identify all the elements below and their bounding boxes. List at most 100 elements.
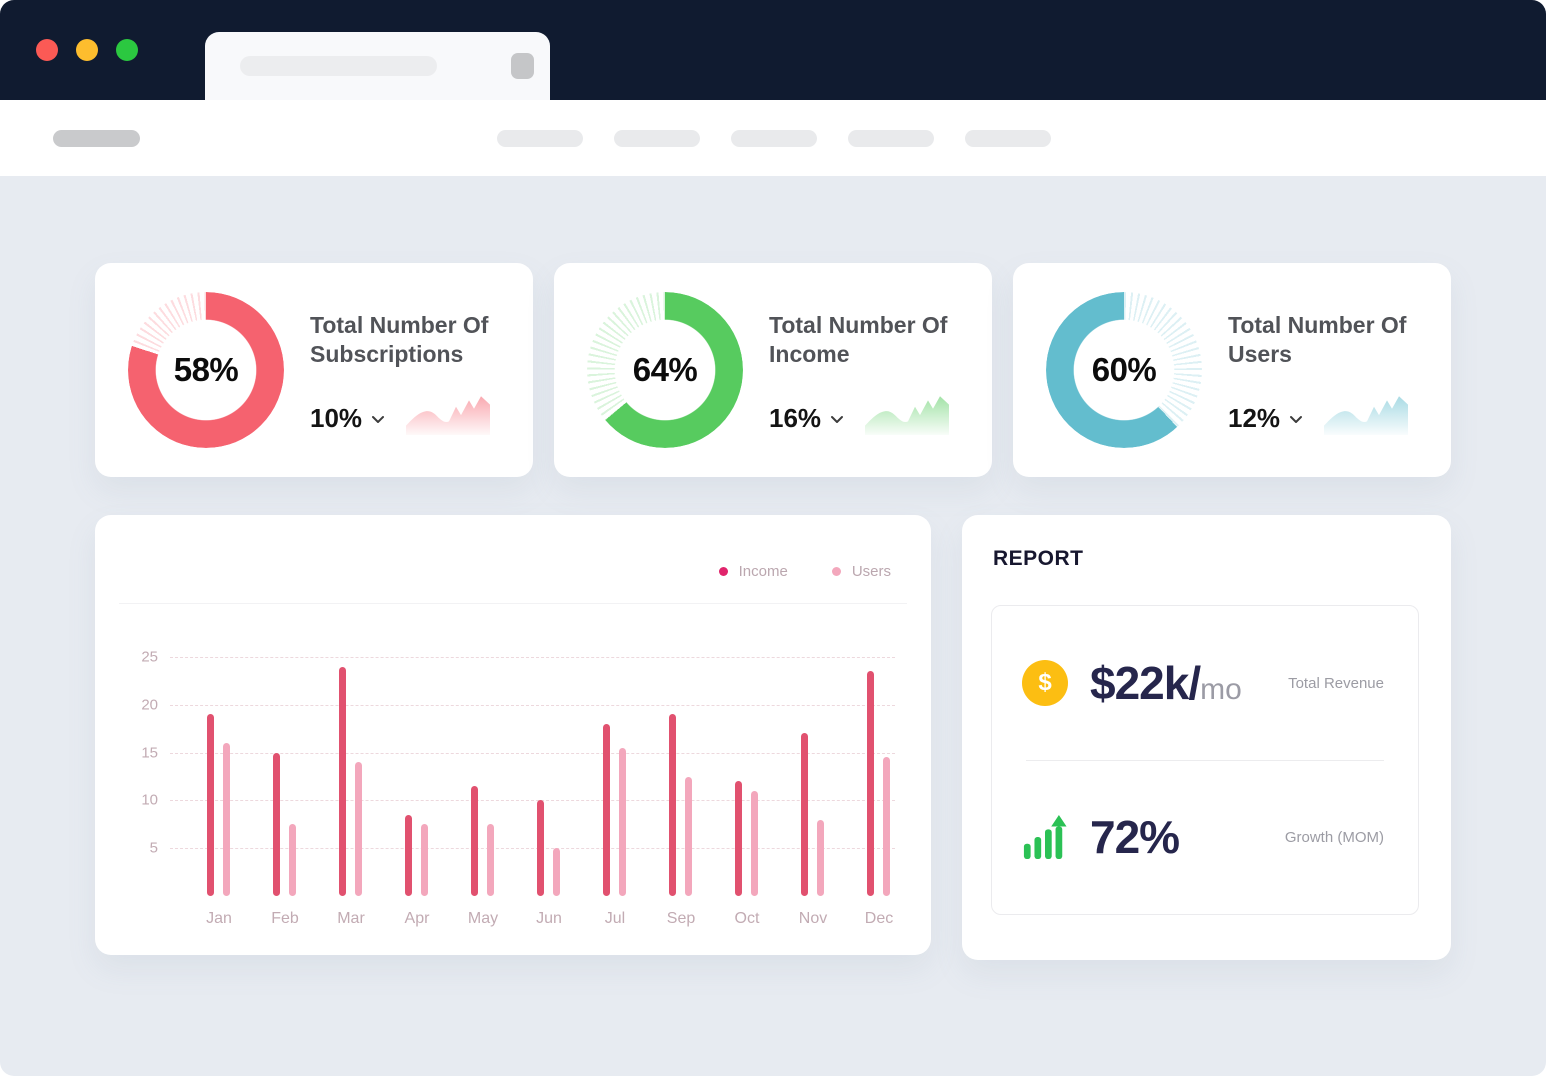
close-window-icon[interactable] bbox=[36, 39, 58, 61]
window-controls bbox=[36, 39, 138, 61]
delta-dropdown[interactable]: 12% bbox=[1228, 403, 1303, 434]
subscriptions-percent: 58% bbox=[173, 351, 239, 388]
legend-users[interactable]: Users bbox=[831, 563, 891, 580]
back-control-placeholder[interactable] bbox=[53, 130, 140, 147]
y-axis-tick-label: 5 bbox=[149, 839, 158, 857]
total-revenue-row: $ $22k/mo Total Revenue bbox=[992, 606, 1418, 760]
bar-group-jun: Jun bbox=[536, 657, 562, 927]
nav-item-placeholder-3[interactable] bbox=[731, 130, 817, 147]
users-donut-chart: 60% bbox=[1046, 292, 1202, 448]
delta-dropdown[interactable]: 16% bbox=[769, 403, 844, 434]
monthly-bar-chart-card: Income Users 25 20 15 10 5 Jan Feb Mar Apr May Jun… bbox=[95, 515, 931, 955]
bar-group-may: May bbox=[468, 657, 498, 927]
sparkline-chart bbox=[865, 396, 949, 435]
x-axis-label: Jul bbox=[604, 910, 626, 927]
main-row: Income Users 25 20 15 10 5 Jan Feb Mar Apr May Jun… bbox=[95, 515, 1451, 960]
income-bar[interactable] bbox=[537, 800, 544, 896]
chevron-down-icon bbox=[1289, 414, 1303, 424]
y-axis-tick-label: 25 bbox=[141, 648, 158, 666]
total-revenue-label: Total Revenue bbox=[1288, 674, 1384, 692]
users-bar[interactable] bbox=[223, 743, 230, 896]
stat-cards-row: 58% Total Number Of Subscriptions 10% 64… bbox=[95, 263, 1451, 477]
users-bar[interactable] bbox=[355, 762, 362, 896]
tab-close-placeholder[interactable] bbox=[511, 53, 534, 79]
report-metrics-panel: $ $22k/mo Total Revenue 72% Growth (MOM) bbox=[991, 605, 1419, 915]
browser-window: 58% Total Number Of Subscriptions 10% 64… bbox=[0, 0, 1546, 1076]
sparkline-chart bbox=[1324, 396, 1408, 435]
report-card: REPORT $ $22k/mo Total Revenue 72% Growt… bbox=[962, 515, 1451, 960]
stat-card-subscriptions: 58% Total Number Of Subscriptions 10% bbox=[95, 263, 533, 477]
subscriptions-donut-chart: 58% bbox=[128, 292, 284, 448]
growth-bars-icon bbox=[1023, 814, 1067, 860]
bar-group-feb: Feb bbox=[271, 657, 299, 927]
users-bar[interactable] bbox=[487, 824, 494, 896]
income-bar[interactable] bbox=[669, 714, 676, 896]
maximize-window-icon[interactable] bbox=[116, 39, 138, 61]
x-axis-label: Oct bbox=[734, 910, 760, 927]
x-axis-label: Nov bbox=[798, 910, 828, 927]
nav-item-placeholder-1[interactable] bbox=[497, 130, 583, 147]
income-bar[interactable] bbox=[471, 786, 478, 896]
bar-group-sep: Sep bbox=[667, 657, 695, 927]
stat-title: Total Number Of Users bbox=[1228, 312, 1407, 367]
delta-value: 12% bbox=[1228, 403, 1281, 433]
delta-value: 10% bbox=[310, 403, 363, 433]
income-bar[interactable] bbox=[405, 814, 412, 896]
legend-income[interactable]: Income bbox=[718, 563, 788, 580]
stat-card-income: 64% Total Number Of Income 16% bbox=[554, 263, 992, 477]
bar-group-jul: Jul bbox=[603, 657, 627, 927]
minimize-window-icon[interactable] bbox=[76, 39, 98, 61]
growth-row: 72% Growth (MOM) bbox=[992, 760, 1418, 914]
tab-title-placeholder bbox=[240, 56, 437, 76]
income-bar[interactable] bbox=[339, 666, 346, 896]
users-percent: 60% bbox=[1091, 351, 1157, 388]
dollar-coin-icon: $ bbox=[1022, 660, 1068, 706]
chevron-down-icon bbox=[371, 414, 385, 424]
users-bar[interactable] bbox=[289, 824, 296, 896]
x-axis-label: Apr bbox=[404, 910, 430, 927]
browser-toolbar bbox=[0, 100, 1546, 176]
nav-menu-placeholders bbox=[497, 130, 1051, 147]
bar-group-mar: Mar bbox=[337, 657, 365, 927]
nav-item-placeholder-4[interactable] bbox=[848, 130, 934, 147]
browser-tab[interactable] bbox=[205, 32, 550, 100]
stat-title: Total Number Of Income bbox=[769, 312, 948, 367]
y-axis-tick-label: 10 bbox=[141, 791, 158, 809]
bar-plot-area: 25 20 15 10 5 Jan Feb Mar Apr May Jun Jul Sep Oct Nov D… bbox=[141, 649, 895, 927]
chevron-down-icon bbox=[830, 414, 844, 424]
income-bar[interactable] bbox=[603, 723, 610, 896]
income-bar[interactable] bbox=[735, 781, 742, 896]
total-revenue-suffix: mo bbox=[1200, 673, 1242, 706]
users-bar[interactable] bbox=[685, 776, 692, 896]
users-dot-icon bbox=[831, 567, 841, 576]
income-percent: 64% bbox=[632, 351, 698, 388]
nav-item-placeholder-2[interactable] bbox=[614, 130, 700, 147]
browser-topbar bbox=[0, 0, 1546, 100]
income-bar[interactable] bbox=[273, 752, 280, 896]
income-bar[interactable] bbox=[801, 733, 808, 896]
report-heading: REPORT bbox=[993, 547, 1084, 570]
users-bar[interactable] bbox=[751, 790, 758, 896]
users-bar[interactable] bbox=[883, 757, 890, 896]
x-axis-label: Feb bbox=[271, 910, 299, 927]
growth-value: 72% bbox=[1090, 811, 1180, 863]
users-bar[interactable] bbox=[619, 747, 626, 896]
income-dot-icon bbox=[718, 567, 728, 576]
income-bar[interactable] bbox=[207, 714, 214, 896]
x-axis-label: Dec bbox=[864, 910, 894, 927]
nav-item-placeholder-5[interactable] bbox=[965, 130, 1051, 147]
x-axis-label: Jun bbox=[536, 910, 562, 927]
users-bar[interactable] bbox=[421, 824, 428, 896]
users-bar[interactable] bbox=[553, 848, 560, 896]
income-bar[interactable] bbox=[867, 671, 874, 896]
bar-group-apr: Apr bbox=[405, 657, 429, 927]
x-axis-label: May bbox=[467, 910, 499, 927]
bar-group-nov: Nov bbox=[799, 657, 827, 927]
total-revenue-value: $22k/ bbox=[1090, 657, 1201, 709]
users-bar[interactable] bbox=[817, 819, 824, 896]
x-axis-label: Mar bbox=[337, 910, 365, 927]
bar-group-oct: Oct bbox=[735, 657, 759, 927]
sparkline-chart bbox=[406, 396, 490, 435]
delta-value: 16% bbox=[769, 403, 822, 433]
delta-dropdown[interactable]: 10% bbox=[310, 403, 385, 434]
